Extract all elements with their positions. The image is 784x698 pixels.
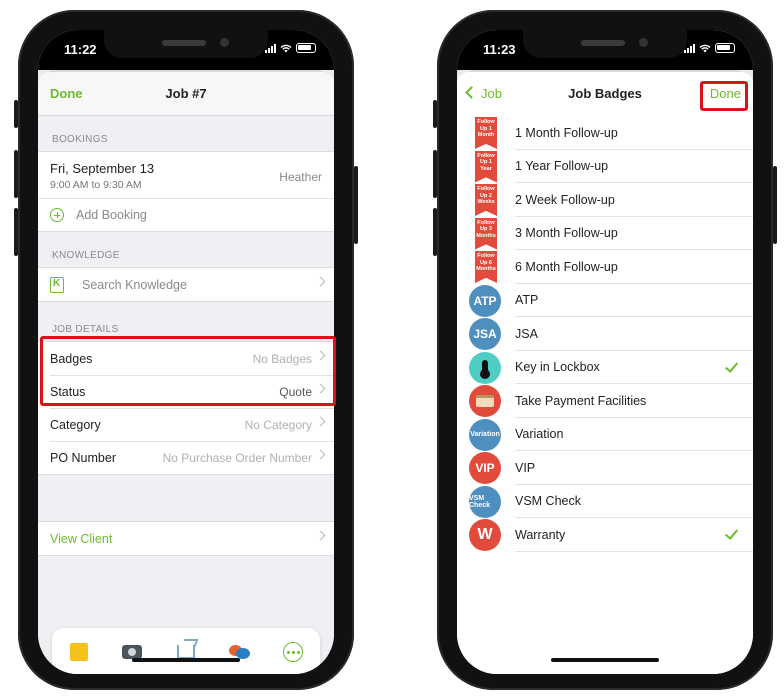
warranty-badge-icon: W bbox=[469, 519, 501, 551]
badge-row-vsm-check[interactable]: VSM Check VSM Check bbox=[457, 485, 753, 518]
booking-date: Fri, September 13 bbox=[50, 161, 155, 176]
search-knowledge-label: Search Knowledge bbox=[82, 277, 187, 292]
volume-down-button bbox=[433, 208, 437, 256]
bookings-header: BOOKINGS bbox=[52, 134, 108, 145]
badge-row-1-month-follow-up[interactable]: Follow Up 1 Month 1 Month Follow-up bbox=[457, 116, 753, 150]
vsm-check-badge-icon: VSM Check bbox=[469, 485, 501, 518]
badge-label: ATP bbox=[515, 293, 539, 308]
view-client-label: View Client bbox=[50, 531, 113, 546]
chevron-right-icon bbox=[315, 530, 326, 541]
stage: 11:22 Done Job #7 BOOKINGS Fri, Septembe… bbox=[0, 0, 784, 698]
po-number-label: PO Number bbox=[50, 450, 116, 465]
chevron-right-icon bbox=[315, 276, 326, 287]
bookings-group: Fri, September 13 9:00 AM to 9:30 AM Hea… bbox=[38, 151, 334, 232]
po-number-value: No Purchase Order Number bbox=[162, 450, 312, 465]
booking-assignee: Heather bbox=[279, 170, 322, 184]
badge-label: Warranty bbox=[515, 527, 566, 542]
badge-label: Take Payment Facilities bbox=[515, 393, 647, 408]
badge-list: Follow Up 1 Month 1 Month Follow-up Foll… bbox=[457, 116, 753, 552]
checkmark-icon bbox=[724, 526, 739, 540]
volume-up-button bbox=[14, 150, 18, 198]
badge-row-vip[interactable]: VIP VIP bbox=[457, 451, 753, 485]
badge-row-jsa[interactable]: JSA JSA bbox=[457, 317, 753, 351]
badge-row-2-week-follow-up[interactable]: Follow Up 2 Weeks 2 Week Follow-up bbox=[457, 183, 753, 217]
chevron-right-icon bbox=[315, 449, 326, 460]
badge-label: JSA bbox=[515, 326, 538, 341]
phone-right: 11:23 Job Job Badges Done Follow Up 1 Mo… bbox=[433, 10, 777, 690]
badge-label: Key in Lockbox bbox=[515, 360, 600, 375]
badge-row-variation[interactable]: Variation Variation bbox=[457, 418, 753, 451]
follow-up-ribbon-icon: Follow Up 1 Year bbox=[475, 150, 497, 183]
badge-label: VIP bbox=[515, 460, 536, 475]
done-highlight-box bbox=[700, 81, 748, 111]
battery-icon bbox=[296, 43, 316, 53]
badge-row-warranty[interactable]: W Warranty bbox=[457, 518, 753, 552]
badge-label: 6 Month Follow-up bbox=[515, 259, 618, 274]
chevron-right-icon bbox=[315, 416, 326, 427]
volume-down-button bbox=[14, 208, 18, 256]
jsa-badge-icon: JSA bbox=[469, 318, 501, 350]
screen-right: 11:23 Job Job Badges Done Follow Up 1 Mo… bbox=[457, 30, 753, 674]
badges-sheet: Job Job Badges Done Follow Up 1 Month 1 … bbox=[457, 72, 753, 674]
badge-row-key-in-lockbox[interactable]: Key in Lockbox bbox=[457, 351, 753, 384]
add-circle-icon bbox=[50, 208, 64, 222]
mute-switch bbox=[433, 100, 437, 128]
add-booking-row[interactable]: Add Booking bbox=[38, 198, 334, 231]
wifi-icon bbox=[280, 44, 292, 52]
battery-icon bbox=[715, 43, 735, 53]
variation-badge-icon: Variation bbox=[469, 418, 501, 451]
note-icon[interactable] bbox=[68, 641, 90, 663]
booking-item[interactable]: Fri, September 13 9:00 AM to 9:30 AM Hea… bbox=[38, 152, 334, 198]
follow-up-ribbon-icon: Follow Up 2 Weeks bbox=[475, 184, 497, 216]
notch bbox=[523, 30, 687, 58]
status-time: 11:22 bbox=[64, 42, 97, 57]
knowledge-header: KNOWLEDGE bbox=[52, 250, 120, 261]
home-indicator bbox=[132, 658, 240, 662]
view-client-row[interactable]: View Client bbox=[38, 522, 334, 555]
badge-row-6-month-follow-up[interactable]: Follow Up 6 Months 6 Month Follow-up bbox=[457, 250, 753, 284]
category-row[interactable]: Category No Category bbox=[38, 408, 334, 441]
vip-badge-icon: VIP bbox=[469, 452, 501, 484]
badges-highlight-box bbox=[40, 336, 336, 406]
badge-label: 2 Week Follow-up bbox=[515, 192, 615, 207]
power-button bbox=[773, 166, 777, 244]
knowledge-book-icon bbox=[50, 276, 64, 293]
badge-row-atp[interactable]: ATP ATP bbox=[457, 284, 753, 317]
booking-time: 9:00 AM to 9:30 AM bbox=[50, 179, 142, 191]
nav-bar: Done Job #7 bbox=[38, 72, 334, 116]
badge-label: 1 Year Follow-up bbox=[515, 159, 609, 174]
checkmark-icon bbox=[724, 358, 739, 373]
search-knowledge-row[interactable]: Search Knowledge bbox=[38, 268, 334, 301]
follow-up-ribbon-icon: Follow Up 3 Months bbox=[475, 217, 497, 250]
category-label: Category bbox=[50, 417, 101, 432]
po-number-row[interactable]: PO Number No Purchase Order Number bbox=[38, 441, 334, 474]
badge-row-take-payment-facilities[interactable]: Take Payment Facilities bbox=[457, 384, 753, 418]
volume-up-button bbox=[433, 150, 437, 198]
badge-row-1-year-follow-up[interactable]: Follow Up 1 Year 1 Year Follow-up bbox=[457, 150, 753, 183]
knowledge-group: Search Knowledge bbox=[38, 267, 334, 302]
follow-up-ribbon-icon: Follow Up 6 Months bbox=[475, 251, 497, 283]
badge-label: VSM Check bbox=[515, 494, 581, 509]
payment-card-icon bbox=[469, 385, 501, 417]
mute-switch bbox=[14, 100, 18, 128]
follow-up-ribbon-icon: Follow Up 1 Month bbox=[475, 117, 497, 149]
badge-label: 1 Month Follow-up bbox=[515, 125, 618, 140]
wifi-icon bbox=[699, 44, 711, 52]
add-booking-label: Add Booking bbox=[76, 208, 147, 222]
badge-label: 3 Month Follow-up bbox=[515, 226, 618, 241]
notch bbox=[104, 30, 268, 58]
status-time: 11:23 bbox=[483, 42, 516, 57]
badge-label: Variation bbox=[515, 427, 564, 442]
view-client-group: View Client bbox=[38, 521, 334, 556]
atp-badge-icon: ATP bbox=[469, 284, 501, 317]
page-title: Job #7 bbox=[165, 86, 207, 101]
action-toolbar bbox=[52, 628, 320, 674]
power-button bbox=[354, 166, 358, 244]
category-value: No Category bbox=[244, 417, 312, 432]
home-indicator bbox=[551, 658, 659, 662]
badge-row-3-month-follow-up[interactable]: Follow Up 3 Months 3 Month Follow-up bbox=[457, 217, 753, 250]
thermometer-icon bbox=[469, 351, 501, 384]
more-icon[interactable] bbox=[282, 641, 304, 663]
